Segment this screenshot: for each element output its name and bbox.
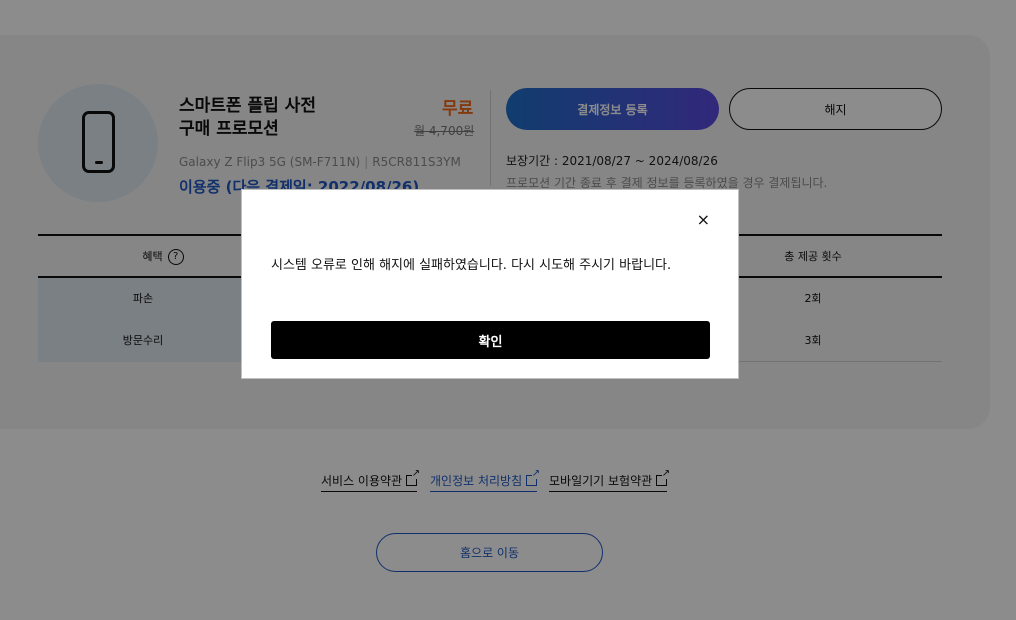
error-dialog: × 시스템 오류로 인해 해지에 실패하였습니다. 다시 시도해 주시기 바랍니…	[241, 189, 739, 379]
confirm-button[interactable]: 확인	[271, 321, 710, 359]
error-message: 시스템 오류로 인해 해지에 실패하였습니다. 다시 시도해 주시기 바랍니다.	[271, 258, 672, 273]
close-icon[interactable]: ×	[697, 212, 710, 228]
